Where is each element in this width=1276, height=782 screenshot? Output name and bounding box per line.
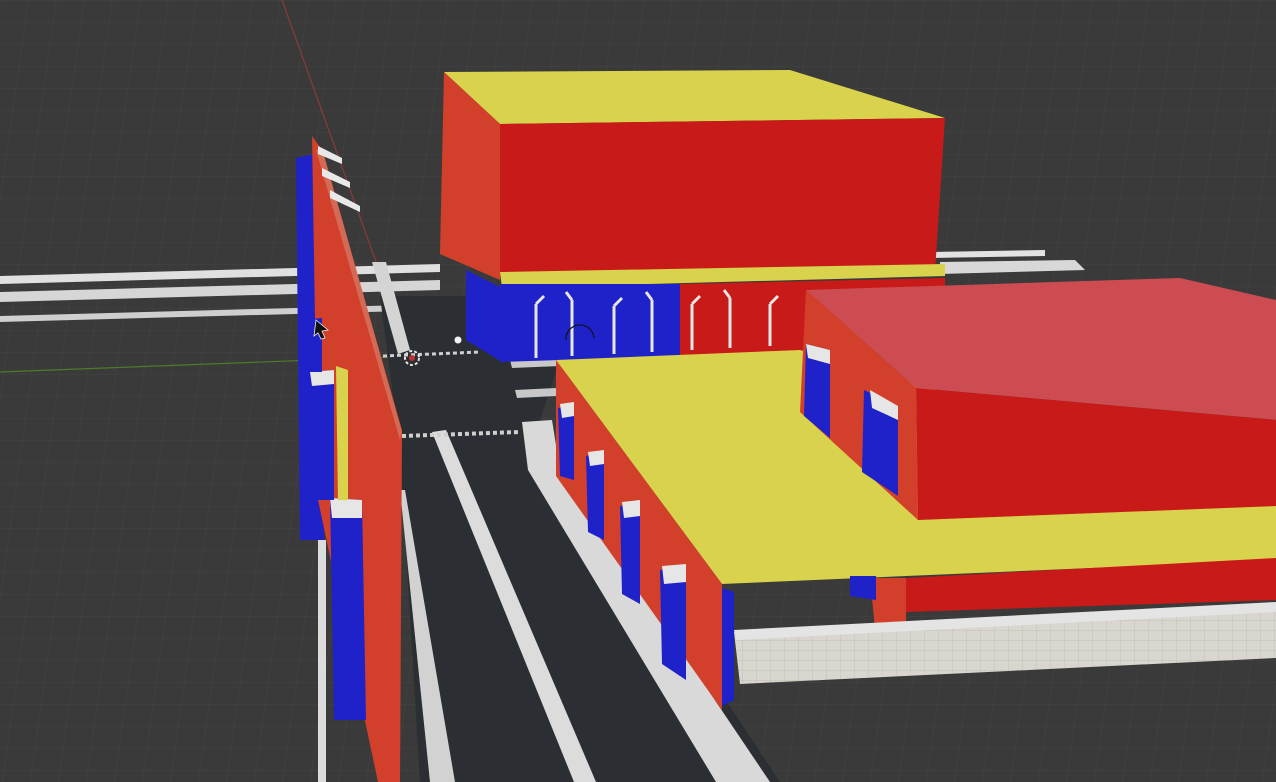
3d-viewport[interactable] xyxy=(0,0,1276,782)
3d-scene[interactable] xyxy=(0,0,1276,782)
light-icon[interactable] xyxy=(454,336,462,344)
